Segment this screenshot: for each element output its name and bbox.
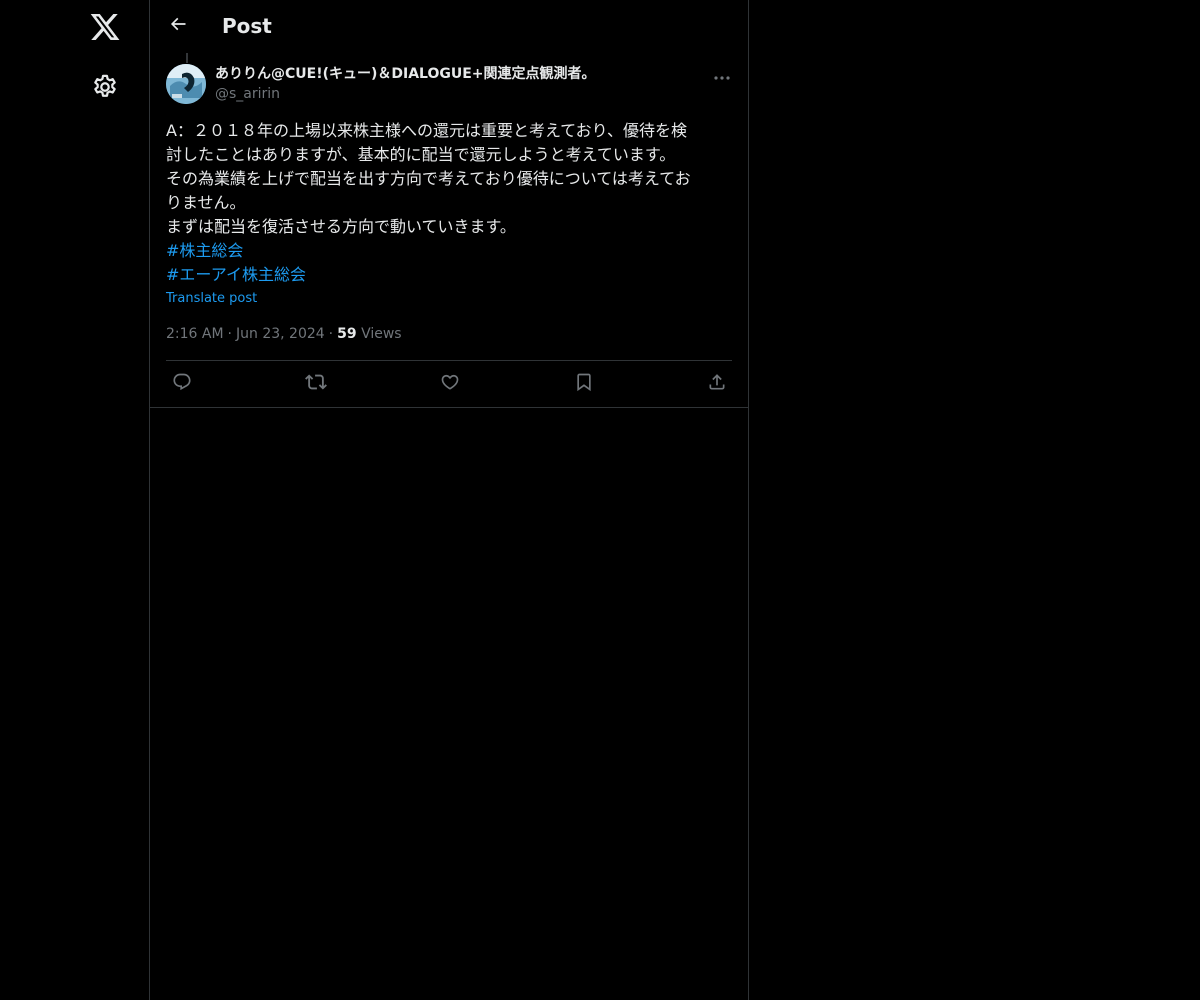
- like-button[interactable]: [438, 372, 462, 396]
- more-options-button[interactable]: [710, 64, 734, 86]
- tweet-text-line: りません。: [166, 193, 246, 212]
- meta-separator: ·: [328, 326, 334, 342]
- more-icon: [713, 66, 731, 85]
- heart-icon: [440, 372, 460, 396]
- reply-icon: [172, 372, 192, 396]
- tweet-date[interactable]: Jun 23, 2024: [236, 326, 325, 342]
- author-display-name[interactable]: ありりん@CUE!(キュー)＆DIALOGUE+関連定点観測者。: [215, 64, 596, 84]
- bookmark-icon: [574, 372, 594, 396]
- x-logo-icon[interactable]: [89, 11, 121, 43]
- page-header: Post: [150, 0, 748, 53]
- tweet-bottom-border: [150, 407, 748, 408]
- tweet-text-line: まずは配当を復活させる方向で動いていきます。: [166, 217, 516, 236]
- tweet-text-line: その為業績を上げで配当を出す方向で考えており優待については考えてお: [166, 169, 691, 188]
- back-button[interactable]: [162, 10, 194, 42]
- thread-connector-line: [186, 53, 188, 63]
- hashtag-link[interactable]: #エーアイ株主総会: [166, 263, 732, 287]
- avatar[interactable]: [166, 64, 206, 104]
- hashtag-link[interactable]: #株主総会: [166, 239, 732, 263]
- views-label: Views: [361, 326, 402, 342]
- left-nav: [0, 0, 149, 1000]
- tweet-meta: 2:16 AM · Jun 23, 2024 · 59 Views: [166, 325, 402, 343]
- repost-icon: [305, 371, 327, 397]
- views-count: 59: [337, 326, 357, 342]
- page: Post ありりん@CUE!(キュー)＆DIALOGUE+関連定点観測者。 @s…: [0, 0, 1200, 1000]
- tweet-text-line: 討したことはありますが、基本的に配当で還元しようと考えています。: [166, 145, 676, 164]
- tweet-text-line: A：２０１８年の上場以来株主様への還元は重要と考えており、優待を検: [166, 121, 688, 140]
- author-handle[interactable]: @s_aririn: [215, 84, 596, 104]
- tweet-text: A：２０１８年の上場以来株主様への還元は重要と考えており、優待を検 討したことは…: [166, 119, 732, 287]
- arrow-left-icon: [168, 14, 188, 38]
- gear-icon[interactable]: [91, 73, 119, 101]
- meta-separator: ·: [227, 326, 232, 342]
- share-icon: [707, 372, 727, 396]
- page-title: Post: [222, 14, 272, 38]
- main-column: Post ありりん@CUE!(キュー)＆DIALOGUE+関連定点観測者。 @s…: [149, 0, 749, 1000]
- repost-button[interactable]: [304, 372, 328, 396]
- translate-post-link[interactable]: Translate post: [166, 291, 257, 307]
- author-block: ありりん@CUE!(キュー)＆DIALOGUE+関連定点観測者。 @s_arir…: [215, 64, 596, 104]
- bookmark-button[interactable]: [572, 372, 596, 396]
- tweet-actions: [166, 361, 732, 407]
- reply-button[interactable]: [170, 372, 194, 396]
- share-button[interactable]: [705, 372, 729, 396]
- tweet-time[interactable]: 2:16 AM: [166, 326, 224, 342]
